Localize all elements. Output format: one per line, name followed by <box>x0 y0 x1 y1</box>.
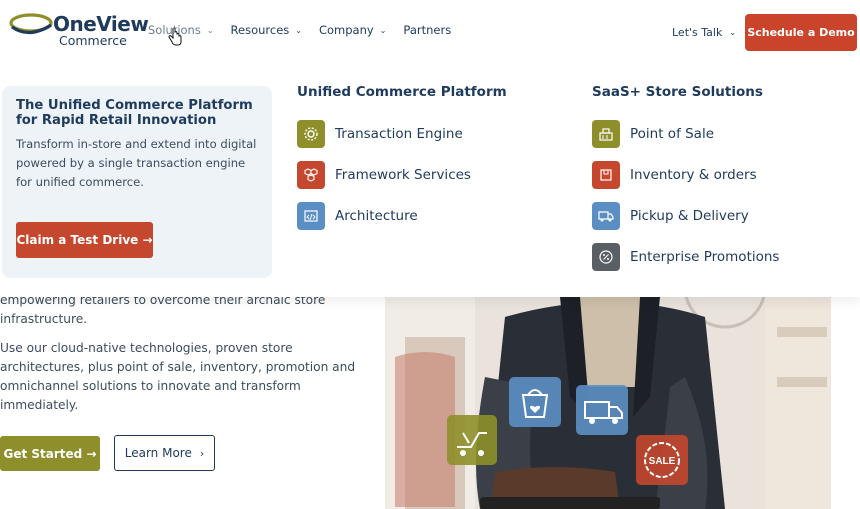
logo-subtitle: Commerce <box>59 33 127 48</box>
oneview-logo[interactable]: OneView Commerce <box>9 9 149 48</box>
promo-title: The Unified Commerce Platform for Rapid … <box>16 98 253 128</box>
logo-swoosh-icon <box>9 13 53 35</box>
menu-pickup-delivery[interactable]: Pickup & Delivery <box>592 202 749 230</box>
code-window-icon <box>297 202 325 230</box>
menu-point-of-sale-label: Point of Sale <box>630 126 715 142</box>
chevron-down-icon: ⌄ <box>379 25 387 35</box>
menu-enterprise-promotions-label: Enterprise Promotions <box>630 249 780 265</box>
truck-icon <box>592 202 620 230</box>
nav-resources-label: Resources <box>230 23 290 37</box>
menu-transaction-engine-label: Transaction Engine <box>335 126 463 142</box>
menu-framework-services-label: Framework Services <box>335 167 471 183</box>
chevron-down-icon: ⌄ <box>295 25 302 35</box>
menu-transaction-engine[interactable]: Transaction Engine <box>297 120 463 148</box>
menu-point-of-sale[interactable]: Point of Sale <box>592 120 714 148</box>
nav-partners-label: Partners <box>403 23 452 37</box>
learn-more-button[interactable]: Learn More › <box>114 435 215 471</box>
gear-icon <box>297 120 325 148</box>
chevron-down-icon: ⌄ <box>729 28 737 37</box>
claim-test-drive-button[interactable]: Claim a Test Drive → <box>16 222 153 258</box>
menu-enterprise-promotions[interactable]: Enterprise Promotions <box>592 243 779 271</box>
get-started-button[interactable]: Get Started → <box>0 436 100 471</box>
chevron-right-icon: › <box>199 446 205 460</box>
cart-tile-icon <box>447 415 497 465</box>
hero-image: SALE <box>385 297 831 509</box>
nav-resources[interactable]: Resources ⌄ <box>231 23 302 37</box>
lets-talk-label: Let's Talk <box>672 26 723 39</box>
box-icon <box>592 161 620 189</box>
sale-badge-text: SALE <box>649 456 676 467</box>
main-nav: Solutions ⌄ Resources ⌄ Company ⌄ Partne… <box>148 23 468 37</box>
hero-para1-line2: infrastructure. <box>0 312 88 326</box>
saas-store-heading: SaaS+ Store Solutions <box>592 84 763 100</box>
schedule-demo-button[interactable]: Schedule a Demo <box>745 14 857 51</box>
menu-framework-services[interactable]: Framework Services <box>297 161 471 189</box>
chevron-down-icon: ⌄ <box>206 25 214 35</box>
hero-illustration: SALE <box>385 297 831 509</box>
percent-badge-icon <box>592 243 620 271</box>
cubes-icon <box>297 161 325 189</box>
promo-card: The Unified Commerce Platform for Rapid … <box>2 86 272 278</box>
register-icon <box>592 120 620 148</box>
promo-description: Transform in-store and extend into digit… <box>16 137 257 189</box>
unified-commerce-heading: Unified Commerce Platform <box>297 84 507 100</box>
hero-para2-line3: omnichannel solutions to innovate and tr… <box>0 379 301 393</box>
nav-company[interactable]: Company ⌄ <box>319 23 386 37</box>
hero-para2-line4: immediately. <box>0 398 79 412</box>
nav-partners[interactable]: Partners <box>403 23 451 37</box>
hero-para2-line2: architectures, plus point of sale, inven… <box>0 360 356 374</box>
hand-cursor-icon <box>168 28 182 46</box>
solutions-mega-menu: The Unified Commerce Platform for Rapid … <box>0 64 860 297</box>
menu-inventory-orders[interactable]: Inventory & orders <box>592 161 757 189</box>
menu-pickup-delivery-label: Pickup & Delivery <box>630 208 749 224</box>
nav-company-label: Company <box>318 23 374 37</box>
lets-talk-dropdown[interactable]: Let's Talk ⌄ <box>672 26 736 39</box>
menu-architecture-label: Architecture <box>335 208 418 224</box>
menu-architecture[interactable]: Architecture <box>297 202 418 230</box>
menu-inventory-orders-label: Inventory & orders <box>630 167 757 183</box>
learn-more-label: Learn More <box>124 446 192 460</box>
site-header: OneView Commerce Solutions ⌄ Resources ⌄… <box>0 0 860 64</box>
hero-para2-line1: Use our cloud-native technologies, prove… <box>0 341 293 355</box>
